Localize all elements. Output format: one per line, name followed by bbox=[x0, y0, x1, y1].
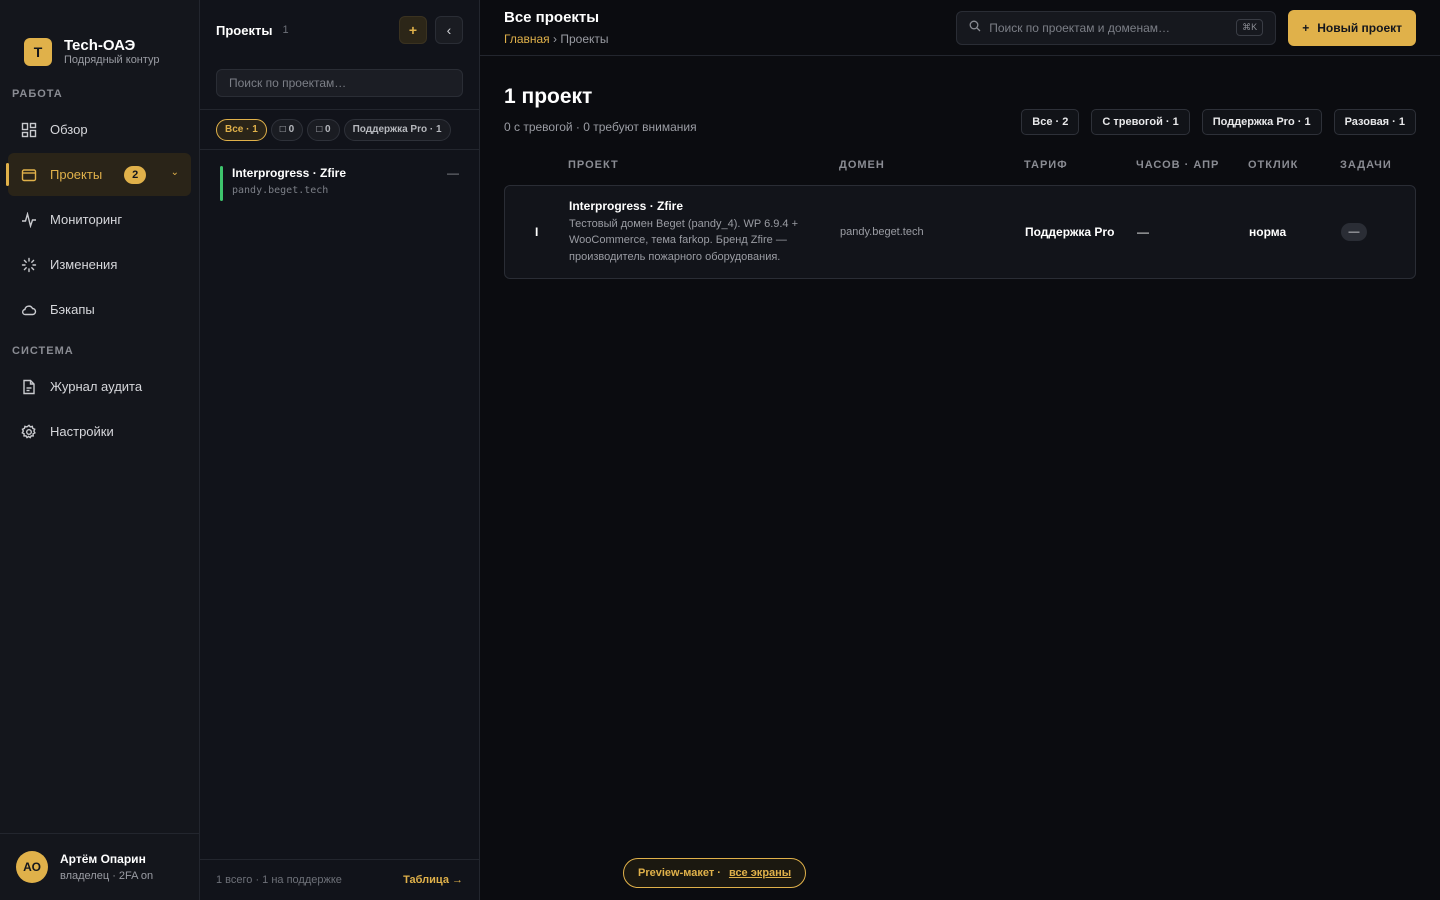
sidebar-item-monitoring[interactable]: Мониторинг bbox=[8, 198, 191, 241]
breadcrumb-home[interactable]: Главная bbox=[504, 32, 550, 46]
panel-search-input[interactable] bbox=[229, 76, 450, 90]
column-header-project[interactable]: ПРОЕКТ bbox=[568, 159, 839, 171]
brand-logo: T bbox=[24, 38, 52, 66]
breadcrumb-separator: › bbox=[549, 32, 561, 46]
row-tasks-badge: — bbox=[1341, 223, 1367, 241]
panel-count: 1 bbox=[282, 24, 289, 36]
filter-chip-alert[interactable]: □ 0 bbox=[270, 118, 304, 141]
row-project-description: Тестовый домен Beget (pandy_4). WP 6.9.4… bbox=[569, 217, 799, 263]
filter-alert[interactable]: С тревогой · 1 bbox=[1091, 109, 1190, 135]
brand[interactable]: T Tech-ОАЭ Подрядный контур bbox=[0, 0, 199, 80]
status-indicator bbox=[220, 166, 223, 201]
filter-chip-support-pro[interactable]: Поддержка Pro · 1 bbox=[343, 118, 451, 141]
global-search-box: ⌘K bbox=[956, 10, 1277, 45]
row-tariff: Поддержка Pro bbox=[1025, 225, 1115, 239]
plus-icon: + bbox=[1302, 20, 1310, 35]
table-row[interactable]: I Interprogress · Zfire Тестовый домен B… bbox=[504, 185, 1416, 279]
global-search-input[interactable] bbox=[989, 20, 1237, 35]
sidebar-item-label: Проекты bbox=[50, 167, 103, 182]
column-header-hours[interactable]: ЧАСОВ · АПР bbox=[1136, 159, 1248, 171]
brand-title: Tech-ОАЭ bbox=[64, 36, 136, 54]
row-project-name[interactable]: Interprogress · Zfire bbox=[569, 199, 840, 213]
gear-icon bbox=[20, 423, 38, 441]
project-list-panel: Проекты 1 + ‹ Все · 1 □ 0 □ 0 Поддержка … bbox=[200, 0, 480, 900]
all-screens-link[interactable]: все экраны bbox=[729, 867, 791, 879]
table-view-link[interactable]: Таблица → bbox=[403, 874, 463, 886]
cloud-icon bbox=[20, 301, 38, 319]
new-project-label: Новый проект bbox=[1317, 20, 1402, 35]
panel-search-box bbox=[216, 69, 463, 97]
panel-filter-chips: Все · 1 □ 0 □ 0 Поддержка Pro · 1 bbox=[200, 109, 479, 150]
list-item[interactable]: Interprogress · Zfire pandy.beget.tech — bbox=[220, 166, 463, 201]
filter-chip-all[interactable]: Все · 1 bbox=[216, 118, 267, 141]
topbar: Все проекты Главная › Проекты ⌘K + Новый… bbox=[480, 0, 1440, 56]
collapse-panel-button[interactable]: ‹ bbox=[435, 16, 463, 44]
filter-chip-attention[interactable]: □ 0 bbox=[307, 118, 340, 141]
tariff-filters: Все · 2 С тревогой · 1 Поддержка Pro · 1… bbox=[1021, 109, 1416, 135]
pulse-icon bbox=[20, 211, 38, 229]
user-profile[interactable]: АО Артём Опарин владелец · 2FA on bbox=[0, 833, 199, 900]
sidebar-item-projects[interactable]: Проекты 2 ⌄ bbox=[6, 153, 191, 196]
main-content: Все проекты Главная › Проекты ⌘K + Новый… bbox=[480, 0, 1440, 900]
sidebar-item-changes[interactable]: Изменения bbox=[8, 243, 191, 286]
preview-label: Preview-макет · bbox=[638, 867, 721, 879]
loader-icon bbox=[20, 256, 38, 274]
sidebar-item-label: Мониторинг bbox=[50, 212, 123, 227]
folder-icon bbox=[20, 166, 38, 184]
column-header-domain[interactable]: ДОМЕН bbox=[839, 159, 1024, 171]
column-header-tasks[interactable]: ЗАДАЧИ bbox=[1340, 159, 1400, 171]
breadcrumb: Главная › Проекты bbox=[504, 32, 609, 46]
sidebar-item-backups[interactable]: Бэкапы bbox=[8, 288, 191, 331]
page-title: 1 проект bbox=[504, 85, 593, 108]
sidebar-item-label: Журнал аудита bbox=[50, 379, 143, 394]
breadcrumb-current: Проекты bbox=[560, 32, 609, 46]
user-role: владелец · 2FA on bbox=[60, 870, 154, 882]
row-response: норма bbox=[1249, 225, 1287, 239]
grid-icon bbox=[20, 121, 38, 139]
page-subtitle: 0 с тревогой · 0 требуют внимания bbox=[504, 120, 697, 134]
avatar: АО bbox=[16, 851, 48, 883]
column-header-tariff[interactable]: ТАРИФ bbox=[1024, 159, 1136, 171]
sidebar-item-label: Изменения bbox=[50, 257, 118, 272]
table-header: ПРОЕКТ ДОМЕН ТАРИФ ЧАСОВ · АПР ОТКЛИК ЗА… bbox=[504, 145, 1416, 185]
sidebar-item-overview[interactable]: Обзор bbox=[8, 108, 191, 151]
sidebar-item-label: Настройки bbox=[50, 424, 114, 439]
sidebar-item-label: Бэкапы bbox=[50, 302, 95, 317]
chevron-down-icon[interactable]: ⌄ bbox=[171, 167, 179, 178]
filter-one-time[interactable]: Разовая · 1 bbox=[1333, 109, 1416, 135]
row-hours: — bbox=[1137, 225, 1149, 239]
sidebar: T Tech-ОАЭ Подрядный контур РАБОТА Обзор… bbox=[0, 0, 200, 900]
column-header-response[interactable]: ОТКЛИК bbox=[1248, 159, 1340, 171]
file-icon bbox=[20, 378, 38, 396]
row-domain: pandy.beget.tech bbox=[840, 226, 924, 238]
project-marker: — bbox=[447, 166, 459, 180]
projects-count-badge: 2 bbox=[124, 165, 147, 184]
sidebar-item-settings[interactable]: Настройки bbox=[8, 410, 191, 453]
filter-all[interactable]: Все · 2 bbox=[1021, 109, 1080, 135]
preview-banner: Preview-макет · все экраны bbox=[623, 858, 807, 888]
sidebar-item-label: Обзор bbox=[50, 122, 88, 137]
project-domain: pandy.beget.tech bbox=[232, 185, 329, 196]
project-name: Interprogress · Zfire bbox=[232, 166, 347, 180]
panel-footer: 1 всего · 1 на поддержке Таблица → bbox=[200, 859, 479, 900]
brand-subtitle: Подрядный контур bbox=[64, 53, 160, 66]
panel-footer-stat: 1 всего · 1 на поддержке bbox=[216, 874, 342, 886]
app-root: T Tech-ОАЭ Подрядный контур РАБОТА Обзор… bbox=[0, 0, 1440, 900]
section-label-system: СИСТЕМА bbox=[12, 345, 74, 357]
add-project-button[interactable]: + bbox=[399, 16, 427, 44]
new-project-button[interactable]: + Новый проект bbox=[1288, 9, 1416, 46]
section-label-work: РАБОТА bbox=[12, 88, 63, 100]
search-icon bbox=[969, 20, 981, 35]
row-indicator: I bbox=[535, 225, 539, 239]
user-name: Артём Опарин bbox=[60, 852, 146, 866]
search-shortcut-hint: ⌘K bbox=[1236, 19, 1264, 36]
filter-support-pro[interactable]: Поддержка Pro · 1 bbox=[1201, 109, 1322, 135]
sidebar-item-audit-log[interactable]: Журнал аудита bbox=[8, 365, 191, 408]
panel-title: Проекты bbox=[216, 22, 273, 38]
page-header-title: Все проекты bbox=[504, 9, 600, 26]
